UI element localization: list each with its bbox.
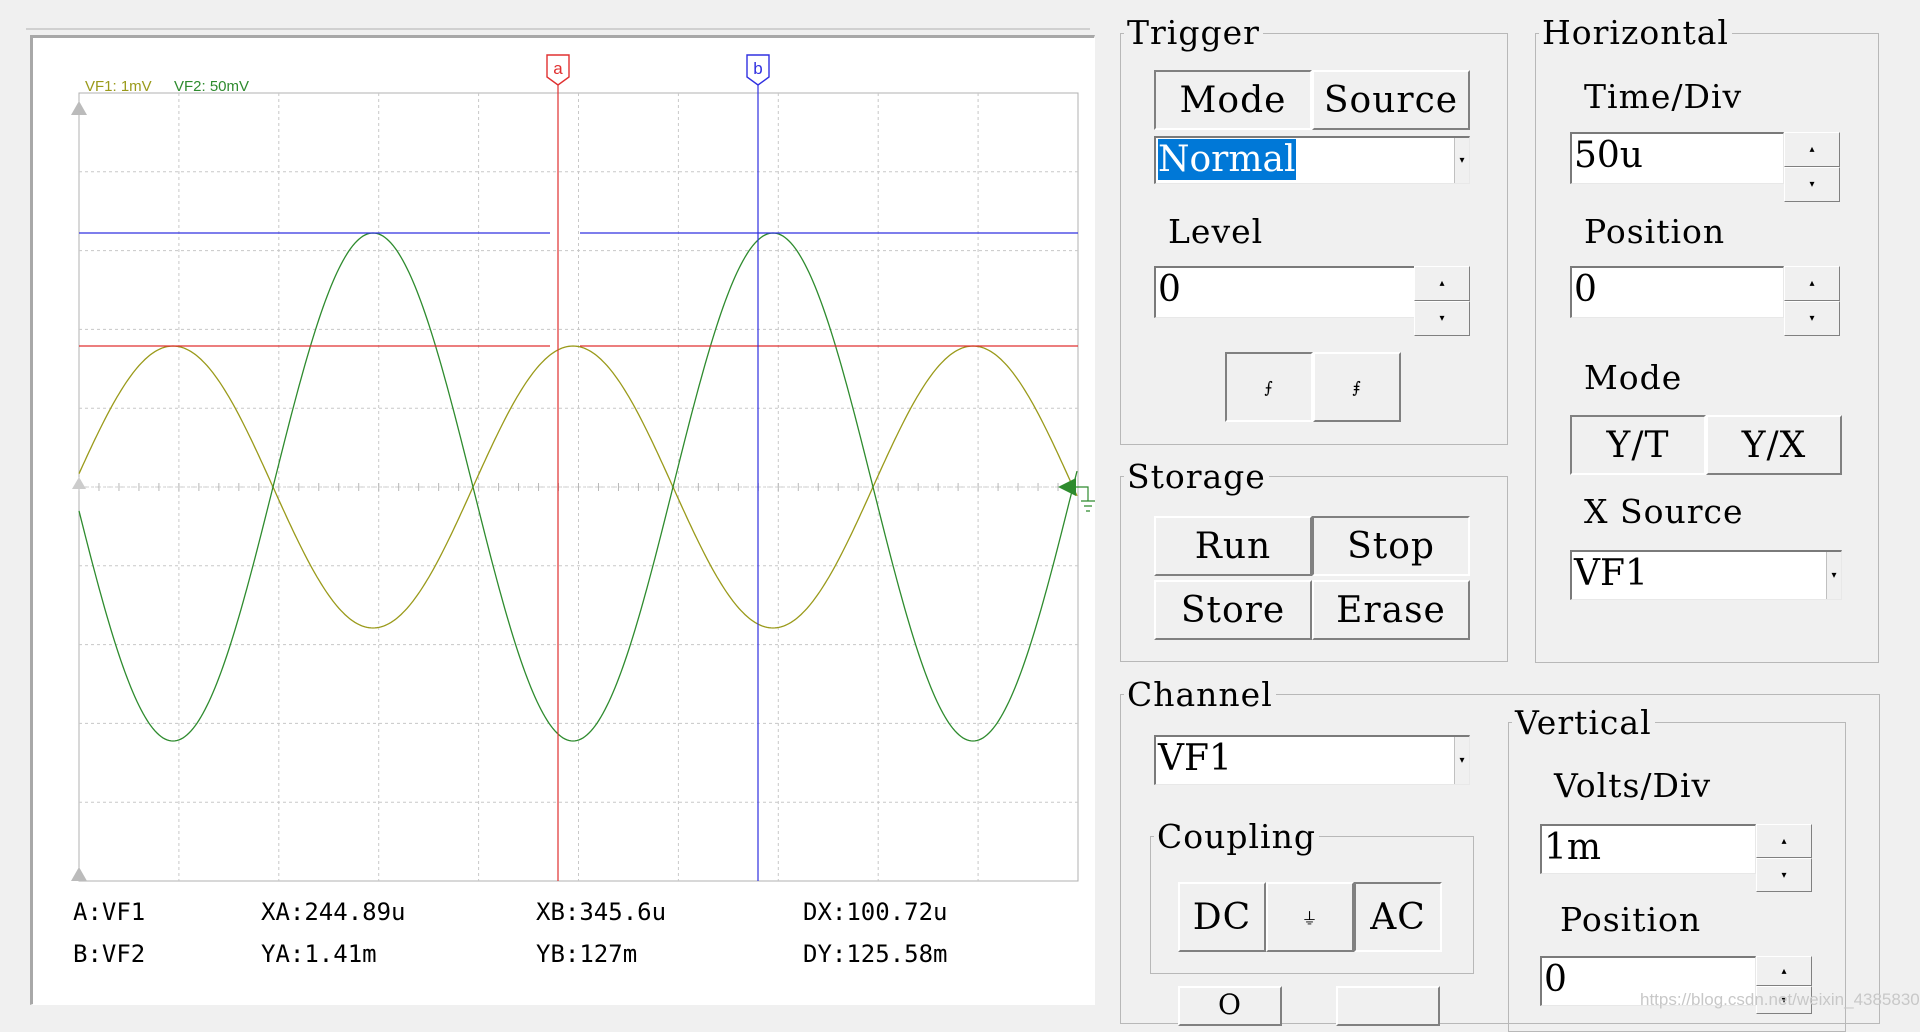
horizontal-title: Horizontal (1539, 13, 1732, 53)
meas-dx: DX:100.72u (803, 898, 948, 926)
horizontal-position-label: Position (1584, 212, 1726, 251)
channel-title: Channel (1124, 675, 1276, 715)
store-button[interactable]: Store (1154, 580, 1312, 640)
channel-extra-button-1-glyph: O (1218, 988, 1242, 1021)
channel-extra-button-1[interactable]: O (1178, 986, 1282, 1026)
spin-down-icon[interactable]: ▾ (1756, 858, 1812, 892)
spin-up-icon[interactable]: ▴ (1756, 824, 1812, 858)
meas-dy: DY:125.58m (803, 940, 948, 968)
volts-div-spinner[interactable]: ▴ ▾ (1756, 824, 1812, 892)
time-div-value: 50u (1574, 135, 1643, 176)
run-button[interactable]: Run (1154, 516, 1312, 576)
spin-down-icon[interactable]: ▾ (1414, 301, 1470, 336)
rising-edge-icon: ⨍ (1264, 377, 1274, 397)
falling-edge-icon: ⨎ (1352, 377, 1362, 397)
meas-b: B:VF2 (73, 940, 146, 968)
horizontal-mode-label: Mode (1584, 358, 1683, 397)
scope-graph: ab (71, 54, 1095, 882)
horizontal-position-spinner[interactable]: ▴ ▾ (1784, 266, 1840, 336)
ground-icon (1076, 486, 1095, 512)
channel-extra-button-2[interactable] (1336, 986, 1440, 1026)
vertical-position-value: 0 (1544, 959, 1567, 1000)
channel-value: VF1 (1158, 738, 1232, 779)
spin-up-icon[interactable]: ▴ (1784, 266, 1840, 301)
meas-yb: YB:127m (536, 940, 638, 968)
trigger-title: Trigger (1124, 13, 1263, 53)
meas-xa: XA:244.89u (261, 898, 406, 926)
meas-ya: YA:1.41m (261, 940, 377, 968)
yx-mode-button[interactable]: Y/X (1706, 415, 1842, 475)
vf2-channel-label: VF2: 50mV (174, 78, 250, 95)
ac-coupling-button[interactable]: AC (1354, 882, 1442, 952)
spin-up-icon[interactable]: ▴ (1756, 956, 1812, 986)
ground-coupling-button[interactable]: ⏚ (1266, 882, 1354, 952)
x-source-select[interactable]: VF1 ▾ (1570, 550, 1842, 600)
trigger-source-tab[interactable]: Source (1312, 70, 1470, 130)
stop-button[interactable]: Stop (1312, 516, 1470, 576)
coupling-title: Coupling (1154, 817, 1319, 857)
meas-xb: XB:345.6u (536, 898, 667, 926)
vf1-channel-label: VF1: 1mV (85, 78, 152, 95)
volts-div-label: Volts/Div (1554, 766, 1712, 805)
spin-down-icon[interactable]: ▾ (1784, 301, 1840, 336)
time-div-label: Time/Div (1584, 77, 1743, 116)
vertical-title: Vertical (1512, 703, 1655, 743)
yt-mode-button[interactable]: Y/T (1570, 415, 1706, 475)
ground-icon: ⏚ (1301, 909, 1319, 928)
cursor-b-flag-label: b (753, 59, 762, 78)
trigger-falling-edge-button[interactable]: ⨎ (1313, 352, 1401, 422)
chevron-down-icon[interactable]: ▾ (1454, 138, 1469, 183)
dc-coupling-button[interactable]: DC (1178, 882, 1266, 952)
trigger-level-label: Level (1168, 212, 1264, 251)
trigger-rising-edge-button[interactable]: ⨍ (1225, 352, 1313, 422)
storage-title: Storage (1124, 457, 1269, 497)
channel-select[interactable]: VF1 ▾ (1154, 735, 1470, 785)
meas-a: A:VF1 (73, 898, 146, 926)
trigger-level-spinner[interactable]: ▴ ▾ (1414, 266, 1470, 336)
x-source-label: X Source (1584, 492, 1744, 531)
time-div-spinner[interactable]: ▴ ▾ (1784, 132, 1840, 202)
chevron-down-icon[interactable]: ▾ (1826, 552, 1841, 599)
spin-up-icon[interactable]: ▴ (1784, 132, 1840, 167)
volts-div-input[interactable]: 1m (1540, 824, 1756, 874)
volts-div-value: 1m (1544, 827, 1602, 868)
scope-display: ab VF1: 1mV VF2: 50mV A:VF1 B:VF2 XA:244… (30, 35, 1095, 1005)
trigger-level-input[interactable]: 0 (1154, 266, 1416, 318)
scope-top-border (26, 28, 1090, 30)
chevron-down-icon[interactable]: ▾ (1454, 737, 1469, 784)
scope-grid (71, 92, 1079, 882)
spin-down-icon[interactable]: ▾ (1784, 167, 1840, 202)
spin-up-icon[interactable]: ▴ (1414, 266, 1470, 301)
watermark: https://blog.csdn.net/weixin_43858307 (1640, 990, 1920, 1009)
cursor-a-flag-label: a (553, 59, 563, 78)
trigger-mode-select[interactable]: Normal ▾ (1154, 136, 1470, 184)
trigger-mode-tab[interactable]: Mode (1154, 70, 1312, 130)
erase-button[interactable]: Erase (1312, 580, 1470, 640)
horizontal-position-value: 0 (1574, 269, 1597, 310)
x-source-value: VF1 (1574, 553, 1648, 594)
horizontal-position-input[interactable]: 0 (1570, 266, 1784, 318)
vertical-position-label: Position (1560, 900, 1702, 939)
trigger-level-value: 0 (1158, 269, 1181, 310)
trigger-mode-value: Normal (1158, 139, 1296, 180)
time-div-input[interactable]: 50u (1570, 132, 1784, 184)
